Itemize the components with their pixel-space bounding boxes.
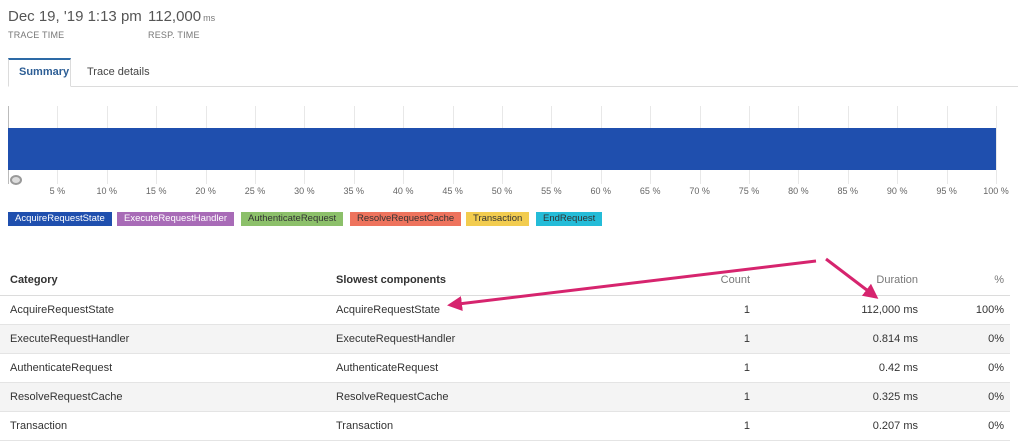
response-time-label: RESP. TIME <box>148 30 200 40</box>
cell-component: ResolveRequestCache <box>326 382 666 412</box>
header-slowest-components[interactable]: Slowest components <box>326 265 666 296</box>
timeline-origin-handle[interactable] <box>10 175 22 185</box>
tab-bar: Summary Trace details <box>8 58 1018 87</box>
timeline-gridline <box>996 106 997 184</box>
table-row[interactable]: ResolveRequestCache ResolveRequestCache … <box>0 382 1010 412</box>
cell-duration: 112,000 ms <box>756 295 924 325</box>
legend-chip[interactable]: AcquireRequestState <box>8 212 112 226</box>
timeline-bar[interactable] <box>8 128 996 170</box>
table-row[interactable]: AuthenticateRequest AuthenticateRequest … <box>0 353 1010 383</box>
cell-category: AcquireRequestState <box>0 295 326 325</box>
slowest-components-table: Category Slowest components Count Durati… <box>0 265 1010 441</box>
timeline-tick-label: 30 % <box>294 186 315 196</box>
timeline-tick-label: 25 % <box>244 186 266 196</box>
cell-count: 1 <box>666 411 756 441</box>
cell-duration: 0.325 ms <box>756 382 924 412</box>
table-header-row: Category Slowest components Count Durati… <box>0 265 1010 296</box>
cell-category: ResolveRequestCache <box>0 382 326 412</box>
timeline-tick-label: 75 % <box>738 186 760 196</box>
timeline-tick-label: 40 % <box>392 186 414 196</box>
timeline-tick-label: 90 % <box>886 186 908 196</box>
timeline-tick-label: 80 % <box>788 186 809 196</box>
header-count[interactable]: Count <box>666 265 756 296</box>
timeline-tick-label: 15 % <box>145 186 167 196</box>
legend-chip[interactable]: ExecuteRequestHandler <box>117 212 234 226</box>
trace-time-label: TRACE TIME <box>8 30 65 40</box>
response-time-unit: ms <box>203 13 216 23</box>
trace-time-value: Dec 19, '19 1:13 pm <box>8 8 142 25</box>
cell-duration: 0.207 ms <box>756 411 924 441</box>
cell-percent: 0% <box>924 324 1010 354</box>
timeline-tick-label: 85 % <box>837 186 859 196</box>
timeline-tick-label: 5 % <box>49 186 66 196</box>
header-category[interactable]: Category <box>0 265 326 296</box>
table-row[interactable]: AcquireRequestState AcquireRequestState … <box>0 295 1010 325</box>
legend-chip[interactable]: AuthenticateRequest <box>241 212 344 226</box>
cell-duration: 0.42 ms <box>756 353 924 383</box>
table-row[interactable]: ExecuteRequestHandler ExecuteRequestHand… <box>0 324 1010 354</box>
trace-time-metric: Dec 19, '19 1:13 pm TRACE TIME <box>8 8 142 40</box>
cell-percent: 100% <box>924 295 1010 325</box>
cell-component: AcquireRequestState <box>326 295 666 325</box>
header-percent[interactable]: % <box>924 265 1010 296</box>
timeline-tick-label: 10 % <box>96 186 118 196</box>
timeline-tick-label: 20 % <box>195 186 216 196</box>
response-time-metric: 112,000 ms RESP. TIME <box>148 8 215 40</box>
timeline-tick-label: 45 % <box>442 186 463 196</box>
timeline-tick-label: 50 % <box>491 186 513 196</box>
cell-component: Transaction <box>326 411 666 441</box>
cell-count: 1 <box>666 353 756 383</box>
legend-chip[interactable]: EndRequest <box>536 212 603 226</box>
cell-count: 1 <box>666 382 756 412</box>
cell-component: ExecuteRequestHandler <box>326 324 666 354</box>
legend-chip[interactable]: ResolveRequestCache <box>350 212 462 226</box>
legend-chip[interactable]: Transaction <box>466 212 530 226</box>
cell-count: 1 <box>666 295 756 325</box>
timeline-tick-label: 35 % <box>343 186 365 196</box>
timeline-tick-label: 55 % <box>541 186 562 196</box>
timeline-tick-label: 65 % <box>639 186 661 196</box>
cell-duration: 0.814 ms <box>756 324 924 354</box>
cell-category: ExecuteRequestHandler <box>0 324 326 354</box>
cell-category: AuthenticateRequest <box>0 353 326 383</box>
tab-summary[interactable]: Summary <box>8 58 71 87</box>
cell-percent: 0% <box>924 382 1010 412</box>
timeline-tick-label: 100 % <box>983 186 1009 196</box>
timeline-tick-label: 95 % <box>936 186 957 196</box>
cell-count: 1 <box>666 324 756 354</box>
timeline-tick-label: 70 % <box>689 186 710 196</box>
cell-percent: 0% <box>924 411 1010 441</box>
response-time-value-wrap: 112,000 ms <box>148 8 215 25</box>
cell-percent: 0% <box>924 353 1010 383</box>
cell-category: Transaction <box>0 411 326 441</box>
response-time-value: 112,000 <box>148 8 202 25</box>
timeline-chart: 5 % 10 % 15 % 20 % 25 % 30 % 35 % 40 % 45 % 50 % 5… <box>8 106 1009 206</box>
header-duration[interactable]: Duration <box>756 265 924 296</box>
cell-component: AuthenticateRequest <box>326 353 666 383</box>
timeline-tick-label: 60 % <box>590 186 612 196</box>
table-row[interactable]: Transaction Transaction 1 0.207 ms 0% <box>0 411 1010 441</box>
tab-trace-details[interactable]: Trace details <box>77 58 160 86</box>
